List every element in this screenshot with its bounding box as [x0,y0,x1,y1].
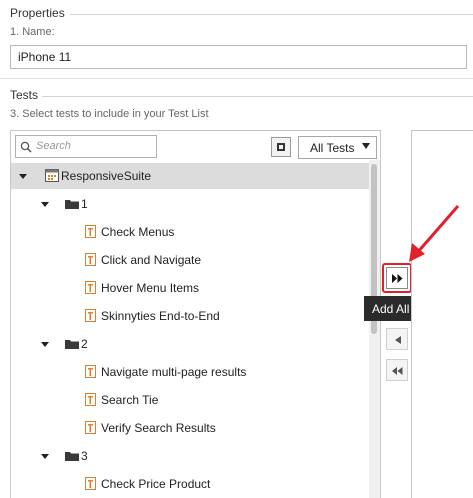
selected-tests-panel [411,130,473,498]
test-label: Check Price Product [101,477,211,491]
tests-heading: Tests [10,88,39,102]
test-icon [85,421,96,434]
test-icon [85,365,96,378]
tree-test-row[interactable]: Search Tie [11,387,369,413]
collapse-arrow-icon[interactable] [41,454,49,459]
collapse-arrow-icon[interactable] [41,342,49,347]
tests-divider [42,96,473,97]
test-label: Check Menus [101,225,175,239]
annotation-arrow [409,205,460,262]
collapse-arrow-icon[interactable] [19,174,27,179]
collapse-arrow-icon[interactable] [41,202,49,207]
tree-suite-row[interactable]: ResponsiveSuite [11,163,369,189]
arrow-left-icon [395,336,401,344]
tests-instruction: 3. Select tests to include in your Test … [10,108,209,120]
folder-icon [65,200,79,209]
tree-test-row[interactable]: Click and Navigate [11,247,369,273]
suite-label: ResponsiveSuite [61,169,152,183]
tree-folder-row[interactable]: 3 [11,443,369,469]
test-label: Click and Navigate [101,253,202,267]
test-icon [85,253,96,266]
test-icon [85,309,96,322]
available-tests-panel: Search All Tests ResponsiveSuite 1 Check… [10,130,381,498]
search-icon [20,141,32,153]
test-label: Verify Search Results [101,421,216,435]
tree-test-row[interactable]: Check Price Product [11,471,369,497]
name-label: 1. Name: [10,26,55,38]
tree-test-row[interactable]: Hover Menu Items [11,275,369,301]
test-icon [85,393,96,406]
add-all-tooltip: Add All [364,296,414,321]
tree-folder-row[interactable]: 2 [11,331,369,357]
test-label: Navigate multi-page results [101,365,247,379]
test-icon [85,477,96,490]
test-label: Search Tie [101,393,159,407]
properties-divider [70,14,473,15]
tree-test-row[interactable]: Navigate multi-page results [11,359,369,385]
double-arrow-left-icon [392,367,403,375]
tree-test-row[interactable]: Verify Search Results [11,415,369,441]
name-field[interactable]: iPhone 11 [10,45,467,69]
search-input[interactable]: Search [15,135,157,158]
remove-button[interactable] [386,328,408,350]
test-label: Skinnyties End-to-End [101,309,220,323]
test-label: Hover Menu Items [101,281,200,295]
test-icon [85,281,96,294]
properties-heading: Properties [10,6,65,20]
tree-test-row[interactable]: Skinnyties End-to-End [11,303,369,329]
collapse-all-button[interactable] [271,137,291,157]
folder-label: 2 [81,337,88,351]
suite-icon [45,169,59,182]
remove-all-button[interactable] [386,359,408,381]
folder-icon [65,340,79,349]
section-divider [0,78,473,79]
tree-test-row[interactable]: Check Menus [11,219,369,245]
folder-label: 1 [81,197,88,211]
folder-label: 3 [81,449,88,463]
filter-value: All Tests [310,141,355,155]
tree-folder-row[interactable]: 1 [11,191,369,217]
chevron-down-icon [362,143,370,149]
test-filter-select[interactable]: All Tests [298,136,377,159]
search-placeholder: Search [36,140,71,152]
folder-icon [65,452,79,461]
test-icon [85,225,96,238]
